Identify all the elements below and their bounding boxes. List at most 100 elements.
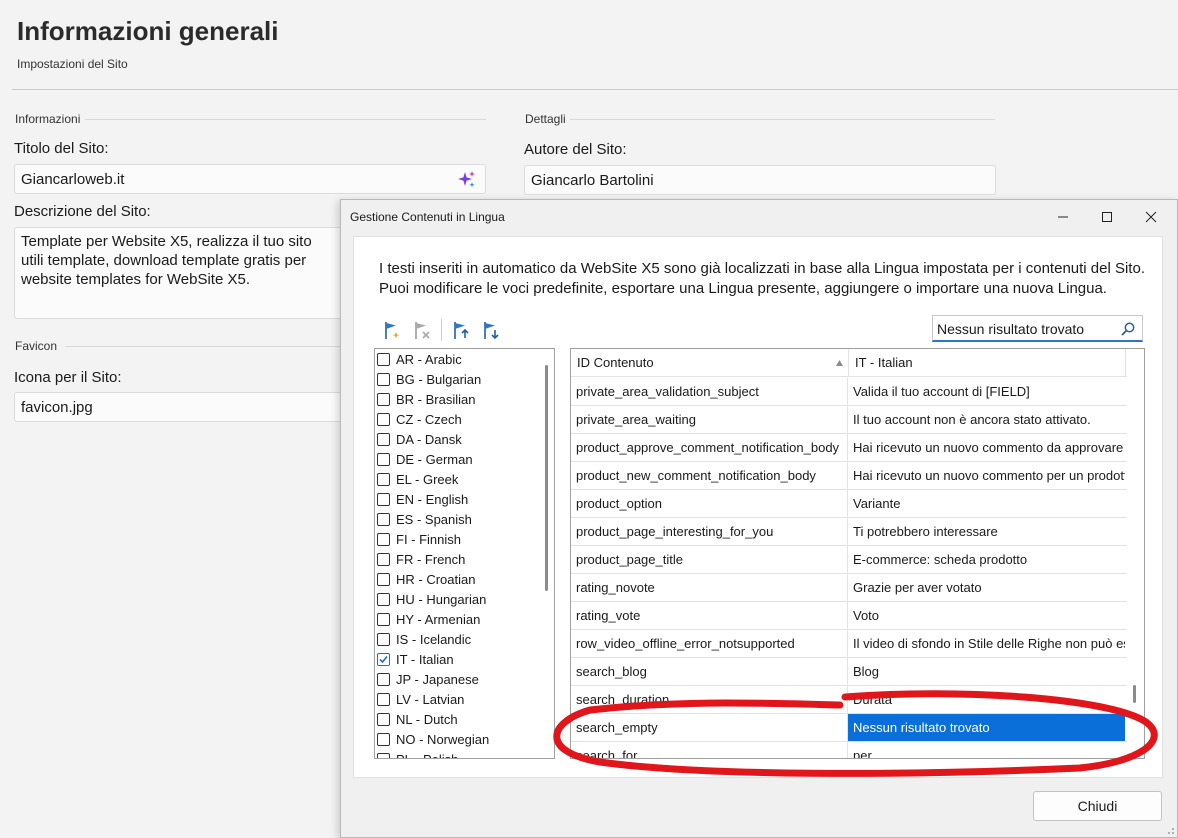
language-checkbox[interactable] bbox=[377, 752, 390, 758]
language-checkbox[interactable] bbox=[377, 572, 390, 586]
language-checkbox[interactable] bbox=[377, 352, 390, 366]
language-checkbox[interactable] bbox=[377, 392, 390, 406]
translation-value-cell[interactable]: Il tuo account non è ancora stato attiva… bbox=[848, 406, 1125, 433]
language-checkbox[interactable] bbox=[377, 492, 390, 506]
language-checkbox[interactable] bbox=[377, 512, 390, 526]
language-item[interactable]: FR - French bbox=[377, 549, 465, 569]
language-list[interactable]: AR - Arabic BG - Bulgarian BR - Brasilian C… bbox=[374, 348, 555, 759]
language-item[interactable]: PL - Polish bbox=[377, 749, 458, 758]
content-id-cell[interactable]: product_approve_comment_notification_bod… bbox=[571, 434, 848, 461]
table-row[interactable]: product_option Variante bbox=[571, 490, 1127, 518]
language-item[interactable]: EL - Greek bbox=[377, 469, 458, 489]
content-id-cell[interactable]: row_video_offline_error_notsupported bbox=[571, 630, 848, 657]
minimize-button[interactable] bbox=[1041, 202, 1085, 232]
content-id-cell[interactable]: private_area_waiting bbox=[571, 406, 848, 433]
flag-remove-icon[interactable] bbox=[411, 319, 433, 341]
table-row[interactable]: product_page_interesting_for_you Ti potre… bbox=[571, 518, 1127, 546]
translation-value-cell[interactable]: Valida il tuo account di [FIELD] bbox=[848, 378, 1125, 405]
table-row[interactable]: search_blog Blog bbox=[571, 658, 1127, 686]
grid-scrollbar[interactable] bbox=[1133, 685, 1136, 703]
content-id-cell[interactable]: rating_novote bbox=[571, 574, 848, 601]
content-id-cell[interactable]: search_empty bbox=[571, 714, 848, 741]
flag-add-icon[interactable] bbox=[381, 319, 403, 341]
language-checkbox[interactable] bbox=[377, 632, 390, 646]
table-row[interactable]: rating_novote Grazie per aver votato bbox=[571, 574, 1127, 602]
content-id-cell[interactable]: search_duration bbox=[571, 686, 848, 713]
translation-value-cell[interactable]: Hai ricevuto un nuovo commento da approv… bbox=[848, 434, 1125, 461]
language-checkbox[interactable] bbox=[377, 432, 390, 446]
language-item[interactable]: BR - Brasilian bbox=[377, 389, 475, 409]
table-row[interactable]: product_new_comment_notification_body Hai… bbox=[571, 462, 1127, 490]
translation-value-cell[interactable]: Durata bbox=[848, 686, 1125, 713]
ai-sparkle-icon[interactable] bbox=[457, 170, 477, 190]
language-checkbox[interactable] bbox=[377, 552, 390, 566]
table-row[interactable]: private_area_validation_subject Valida il… bbox=[571, 378, 1127, 406]
table-row[interactable]: private_area_waiting Il tuo account non è… bbox=[571, 406, 1127, 434]
language-item[interactable]: CZ - Czech bbox=[377, 409, 462, 429]
language-item[interactable]: HU - Hungarian bbox=[377, 589, 486, 609]
table-row[interactable]: row_video_offline_error_notsupported Il v… bbox=[571, 630, 1127, 658]
language-item[interactable]: IT - Italian bbox=[377, 649, 454, 669]
language-item[interactable]: JP - Japanese bbox=[377, 669, 479, 689]
translation-value-cell[interactable]: Ti potrebbero interessare bbox=[848, 518, 1125, 545]
table-row[interactable]: rating_vote Voto bbox=[571, 602, 1127, 630]
translation-value-cell[interactable]: Voto bbox=[848, 602, 1125, 629]
translation-value-cell[interactable]: Il video di sfondo in Stile delle Righe … bbox=[848, 630, 1125, 657]
translation-value-cell[interactable]: Hai ricevuto un nuovo commento per un pr… bbox=[848, 462, 1125, 489]
column-header-id[interactable]: ID Contenuto bbox=[571, 349, 848, 377]
content-id-cell[interactable]: search_blog bbox=[571, 658, 848, 685]
translation-value-cell[interactable]: E-commerce: scheda prodotto bbox=[848, 546, 1125, 573]
language-item[interactable]: DE - German bbox=[377, 449, 473, 469]
table-row[interactable]: search_duration Durata bbox=[571, 686, 1127, 714]
site-description-field[interactable]: Template per Website X5, realizza il tuo… bbox=[14, 227, 344, 319]
favicon-field[interactable]: favicon.jpg bbox=[14, 392, 344, 422]
language-checkbox[interactable] bbox=[377, 672, 390, 686]
language-item[interactable]: LV - Latvian bbox=[377, 689, 464, 709]
translation-value-cell[interactable]: Grazie per aver votato bbox=[848, 574, 1125, 601]
language-checkbox[interactable] bbox=[377, 692, 390, 706]
content-id-cell[interactable]: product_page_title bbox=[571, 546, 848, 573]
language-item[interactable]: ES - Spanish bbox=[377, 509, 472, 529]
language-checkbox[interactable] bbox=[377, 732, 390, 746]
language-item[interactable]: AR - Arabic bbox=[377, 349, 462, 369]
content-id-cell[interactable]: product_option bbox=[571, 490, 848, 517]
window-close-button[interactable] bbox=[1129, 202, 1173, 232]
language-item[interactable]: NL - Dutch bbox=[377, 709, 458, 729]
language-item[interactable]: BG - Bulgarian bbox=[377, 369, 481, 389]
search-input[interactable]: Nessun risultato trovato bbox=[932, 315, 1143, 342]
resize-grip-icon[interactable] bbox=[1165, 825, 1175, 835]
content-id-cell[interactable]: rating_vote bbox=[571, 602, 848, 629]
translation-value-cell[interactable]: Variante bbox=[848, 490, 1125, 517]
language-checkbox[interactable] bbox=[377, 472, 390, 486]
language-item[interactable]: HR - Croatian bbox=[377, 569, 475, 589]
language-checkbox[interactable] bbox=[377, 532, 390, 546]
table-row[interactable]: product_page_title E-commerce: scheda pro… bbox=[571, 546, 1127, 574]
maximize-button[interactable] bbox=[1085, 202, 1129, 232]
translation-value-cell[interactable]: Nessun risultato trovato bbox=[848, 714, 1125, 741]
content-grid[interactable]: ID Contenuto IT - Italian private_area_v… bbox=[570, 348, 1145, 759]
site-title-field[interactable]: Giancarloweb.it bbox=[14, 164, 486, 194]
content-id-cell[interactable]: search_for bbox=[571, 742, 848, 758]
table-row[interactable]: product_approve_comment_notification_bod… bbox=[571, 434, 1127, 462]
close-dialog-button[interactable]: Chiudi bbox=[1033, 791, 1162, 821]
language-checkbox[interactable] bbox=[377, 652, 390, 666]
language-item[interactable]: NO - Norwegian bbox=[377, 729, 489, 749]
table-row[interactable]: search_for per bbox=[571, 742, 1127, 758]
language-item[interactable]: FI - Finnish bbox=[377, 529, 461, 549]
language-checkbox[interactable] bbox=[377, 372, 390, 386]
content-id-cell[interactable]: product_new_comment_notification_body bbox=[571, 462, 848, 489]
language-checkbox[interactable] bbox=[377, 592, 390, 606]
language-item[interactable]: DA - Dansk bbox=[377, 429, 462, 449]
content-id-cell[interactable]: private_area_validation_subject bbox=[571, 378, 848, 405]
language-list-scrollbar[interactable] bbox=[545, 365, 548, 591]
column-header-lang[interactable]: IT - Italian bbox=[849, 349, 1126, 377]
language-checkbox[interactable] bbox=[377, 452, 390, 466]
language-checkbox[interactable] bbox=[377, 612, 390, 626]
translation-value-cell[interactable]: per bbox=[848, 742, 1125, 758]
language-checkbox[interactable] bbox=[377, 412, 390, 426]
content-id-cell[interactable]: product_page_interesting_for_you bbox=[571, 518, 848, 545]
flag-import-icon[interactable] bbox=[480, 319, 502, 341]
table-row[interactable]: search_empty Nessun risultato trovato bbox=[571, 714, 1127, 742]
language-item[interactable]: HY - Armenian bbox=[377, 609, 480, 629]
language-checkbox[interactable] bbox=[377, 712, 390, 726]
